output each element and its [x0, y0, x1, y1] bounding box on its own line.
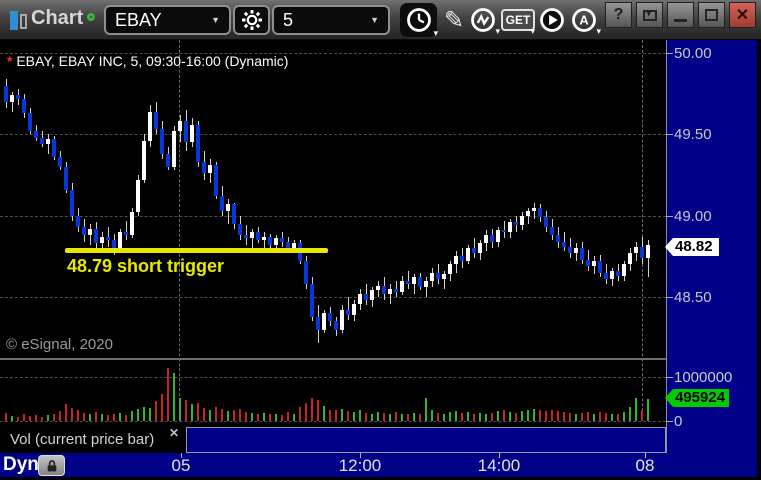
- connection-status-icon: [87, 13, 95, 21]
- a-circle-icon: A: [572, 8, 596, 32]
- last-volume-tag: 495924: [665, 389, 729, 407]
- play-icon: [540, 8, 564, 32]
- volume-study-label: Vol (current price bar): [10, 431, 155, 448]
- get-data-button[interactable]: GET ▾: [500, 5, 536, 36]
- draw-tool-button[interactable]: ✎: [438, 5, 470, 35]
- volume-pane[interactable]: [0, 360, 666, 427]
- auto-letter: A: [579, 13, 588, 28]
- popout-button[interactable]: [636, 2, 663, 28]
- clock-icon: [406, 8, 431, 32]
- line-study-button[interactable]: ▾: [467, 5, 500, 36]
- maximize-button[interactable]: [698, 2, 725, 28]
- chevron-down-icon: ▾: [530, 26, 535, 36]
- trigger-annotation[interactable]: 48.79 short trigger: [67, 256, 224, 277]
- last-price-tag: 48.82: [665, 238, 719, 256]
- chart-legend: * EBAY, EBAY INC, 5, 09:30-16:00 (Dynami…: [7, 53, 288, 69]
- help-button[interactable]: ?: [605, 2, 632, 28]
- interval-dropdown[interactable]: 5 ▼: [272, 5, 390, 35]
- window-controls: ? ✕: [605, 2, 756, 28]
- minimize-button[interactable]: [667, 2, 694, 28]
- titlebar: Chart EBAY ▼ 5 ▼ ▾ ✎ ▾ GET ▾ A ▾ ? ▾ ✕: [0, 0, 761, 40]
- legend-text: EBAY, EBAY INC, 5, 09:30-16:00 (Dynamic): [12, 53, 289, 69]
- chevron-down-icon: ▾: [596, 26, 601, 36]
- trendline-icon: [471, 8, 495, 32]
- minimize-icon: [674, 18, 687, 22]
- volume-footer-panel: [186, 427, 666, 453]
- settings-button[interactable]: [233, 5, 270, 35]
- gear-icon: [241, 10, 262, 30]
- chevron-down-icon: ▼: [211, 15, 220, 25]
- lock-button[interactable]: [38, 455, 65, 476]
- auto-scale-button[interactable]: A ▾: [568, 5, 601, 36]
- close-button[interactable]: ✕: [729, 2, 756, 28]
- popout-icon: [642, 8, 657, 21]
- esignal-watermark: © eSignal, 2020: [6, 336, 113, 353]
- volume-close-icon[interactable]: ✕: [169, 426, 179, 440]
- chevron-down-icon: ▾: [495, 26, 500, 36]
- chart-window: Chart EBAY ▼ 5 ▼ ▾ ✎ ▾ GET ▾ A ▾ ? ▾ ✕ 5…: [0, 0, 761, 480]
- chart-app-icon: [10, 11, 30, 31]
- play-button[interactable]: [536, 5, 568, 35]
- time-template-button[interactable]: ▾: [400, 3, 438, 38]
- price-pane[interactable]: [0, 40, 666, 358]
- chevron-down-icon: ▼: [370, 15, 379, 25]
- time-axis-bar: [0, 453, 757, 477]
- pane-divider[interactable]: [0, 358, 666, 360]
- padlock-icon: [47, 459, 56, 471]
- maximize-icon: [705, 9, 718, 21]
- trigger-horizontal-line[interactable]: [65, 248, 328, 253]
- pencil-icon: ✎: [443, 6, 465, 34]
- interval-value: 5: [283, 9, 294, 30]
- dynamic-mode-label[interactable]: Dyn: [3, 454, 39, 476]
- symbol-value: EBAY: [115, 9, 162, 30]
- price-axis[interactable]: [666, 40, 757, 477]
- window-title: Chart: [31, 7, 84, 29]
- symbol-dropdown[interactable]: EBAY ▼: [104, 5, 231, 35]
